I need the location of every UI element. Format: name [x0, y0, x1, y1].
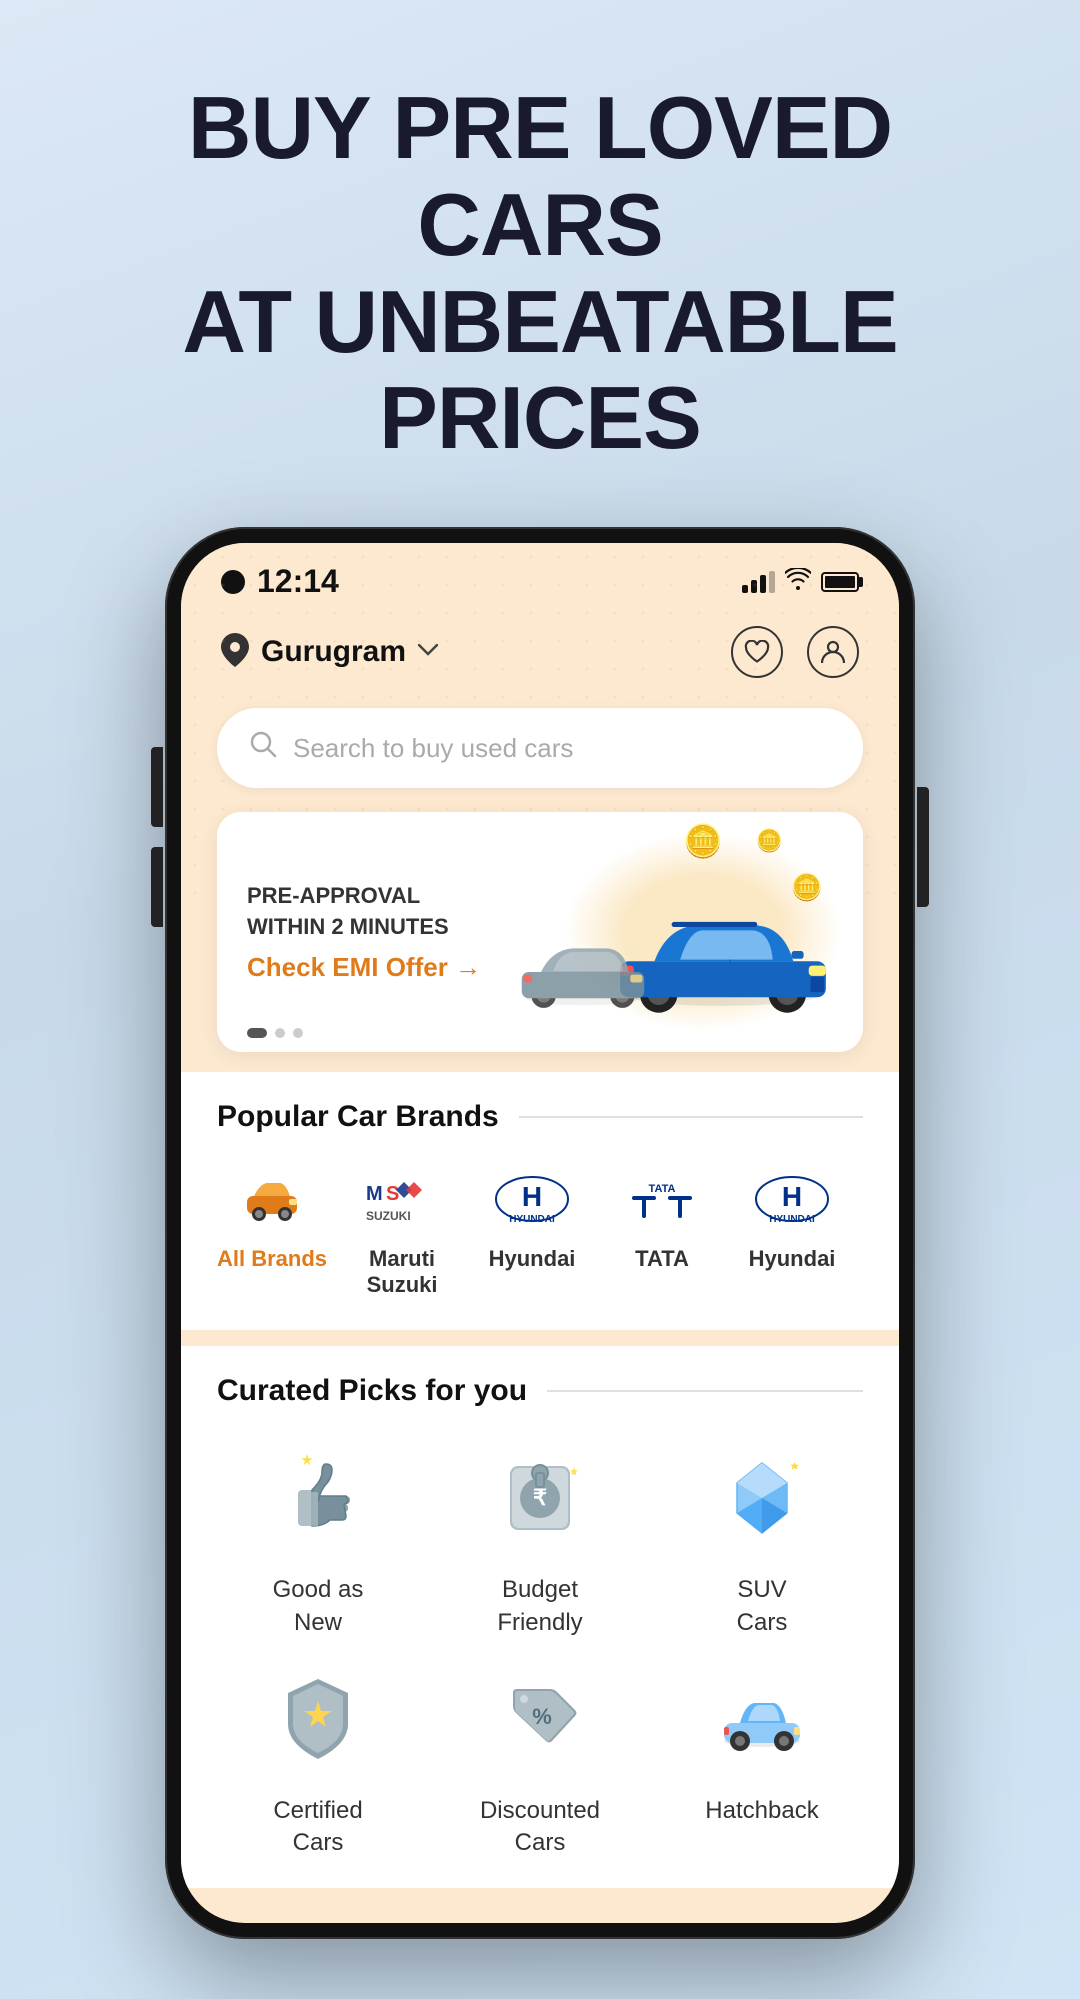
pick-budget-friendly[interactable]: ₹ BudgetFriendly [439, 1438, 641, 1639]
svg-text:H: H [522, 1181, 542, 1212]
gray-car-image [513, 932, 653, 1012]
hero-section: BUY PRE LOVED CARS AT UNBEATABLE PRICES [0, 0, 1080, 507]
svg-text:TATA: TATA [649, 1183, 676, 1195]
pick-certified[interactable]: CertifiedCars [217, 1659, 419, 1860]
phone-wrapper: 12:14 [0, 507, 1080, 1999]
svg-text:HYUNDAI: HYUNDAI [509, 1214, 555, 1225]
maruti-logo: M S SUZUKI [357, 1164, 447, 1234]
brands-section-divider [519, 1116, 863, 1118]
location-pin-icon [221, 633, 249, 672]
banner-content: PRE-APPROVAL WITHIN 2 MINUTES Check EMI … [217, 812, 863, 1052]
location-selector[interactable]: Gurugram [221, 633, 438, 672]
certified-label: CertifiedCars [273, 1795, 362, 1860]
nav-icons [731, 626, 859, 678]
banner-text: PRE-APPROVAL WITHIN 2 MINUTES Check EMI … [247, 881, 493, 984]
status-icons [742, 568, 859, 596]
profile-button[interactable] [807, 626, 859, 678]
status-bar: 12:14 [181, 543, 899, 610]
search-bar[interactable]: Search to buy used cars [217, 708, 863, 788]
search-section: Search to buy used cars [181, 698, 899, 812]
svg-text:%: % [532, 1704, 552, 1729]
svg-text:H: H [782, 1181, 802, 1212]
pick-discounted[interactable]: % DiscountedCars [439, 1659, 641, 1860]
curated-title: Curated Picks for you [217, 1374, 527, 1408]
pick-hatchback[interactable]: Hatchback [661, 1659, 863, 1860]
all-brands-icon [227, 1164, 317, 1234]
hero-title-line2: AT UNBEATABLE PRICES [60, 274, 1020, 468]
certified-icon [258, 1659, 378, 1779]
discounted-label: DiscountedCars [480, 1795, 600, 1860]
discounted-icon: % [480, 1659, 600, 1779]
good-as-new-icon [258, 1438, 378, 1558]
search-placeholder: Search to buy used cars [293, 733, 573, 764]
svg-text:M: M [366, 1183, 383, 1205]
wifi-icon [785, 568, 811, 596]
brands-section: Popular Car Brands [181, 1072, 899, 1330]
suv-cars-label: SUVCars [737, 1574, 788, 1639]
brands-row: All Brands M S SUZUKI [217, 1164, 863, 1302]
location-text: Gurugram [261, 635, 406, 669]
chevron-down-icon [418, 643, 438, 661]
tata-logo: TATA [617, 1164, 707, 1234]
status-time: 12:14 [221, 563, 339, 600]
search-icon [249, 730, 277, 766]
banner-section[interactable]: 🪙 🪙 🪙 PRE-APPROVAL WITHIN 2 MINUTES Chec… [217, 812, 863, 1052]
top-nav: Gurugram [181, 610, 899, 698]
budget-friendly-label: BudgetFriendly [497, 1574, 582, 1639]
curated-header: Curated Picks for you [217, 1374, 863, 1408]
all-brands-label: All Brands [217, 1246, 327, 1272]
hatchback-label: Hatchback [705, 1795, 818, 1827]
budget-friendly-icon: ₹ [480, 1438, 600, 1558]
hatchback-icon [702, 1659, 822, 1779]
picks-grid: Good asNew ₹ [217, 1438, 863, 1860]
brand-maruti-suzuki[interactable]: M S SUZUKI MarutiSuzuki [347, 1164, 457, 1298]
hyundai-2-label: Hyundai [749, 1246, 836, 1272]
maruti-suzuki-label: MarutiSuzuki [367, 1246, 438, 1298]
signal-bars-icon [742, 571, 775, 593]
brand-tata[interactable]: TATA TATA [607, 1164, 717, 1298]
svg-text:HYUNDAI: HYUNDAI [769, 1214, 815, 1225]
camera-dot [221, 570, 245, 594]
good-as-new-label: Good asNew [273, 1574, 364, 1639]
brand-hyundai-1[interactable]: H HYUNDAI Hyundai [477, 1164, 587, 1298]
curated-picks-section: Curated Picks for you [181, 1346, 899, 1888]
hero-title-line1: BUY PRE LOVED CARS [60, 80, 1020, 274]
wishlist-button[interactable] [731, 626, 783, 678]
brands-header: Popular Car Brands [217, 1100, 863, 1134]
pick-suv-cars[interactable]: SUVCars [661, 1438, 863, 1639]
brand-all-brands[interactable]: All Brands [217, 1164, 327, 1298]
hyundai-1-logo: H HYUNDAI [487, 1164, 577, 1234]
svg-text:SUZUKI: SUZUKI [366, 1209, 411, 1223]
hyundai-2-logo: H HYUNDAI [747, 1164, 837, 1234]
svg-text:S: S [386, 1183, 399, 1205]
svg-text:₹: ₹ [533, 1485, 547, 1510]
brands-title: Popular Car Brands [217, 1100, 499, 1134]
brand-hyundai-2[interactable]: H HYUNDAI Hyundai [737, 1164, 847, 1298]
banner-cta[interactable]: Check EMI Offer → [247, 952, 493, 983]
curated-section-divider [547, 1390, 863, 1392]
pick-good-as-new[interactable]: Good asNew [217, 1438, 419, 1639]
banner-cars [493, 842, 833, 1022]
hyundai-1-label: Hyundai [489, 1246, 576, 1272]
battery-icon [821, 572, 859, 592]
phone-screen: 12:14 [181, 543, 899, 1923]
phone-outer: 12:14 [165, 527, 915, 1939]
suv-cars-icon [702, 1438, 822, 1558]
clock-time: 12:14 [257, 563, 339, 600]
tata-label: TATA [635, 1246, 689, 1272]
banner-preapproval: PRE-APPROVAL WITHIN 2 MINUTES [247, 881, 493, 943]
hero-title: BUY PRE LOVED CARS AT UNBEATABLE PRICES [60, 80, 1020, 467]
